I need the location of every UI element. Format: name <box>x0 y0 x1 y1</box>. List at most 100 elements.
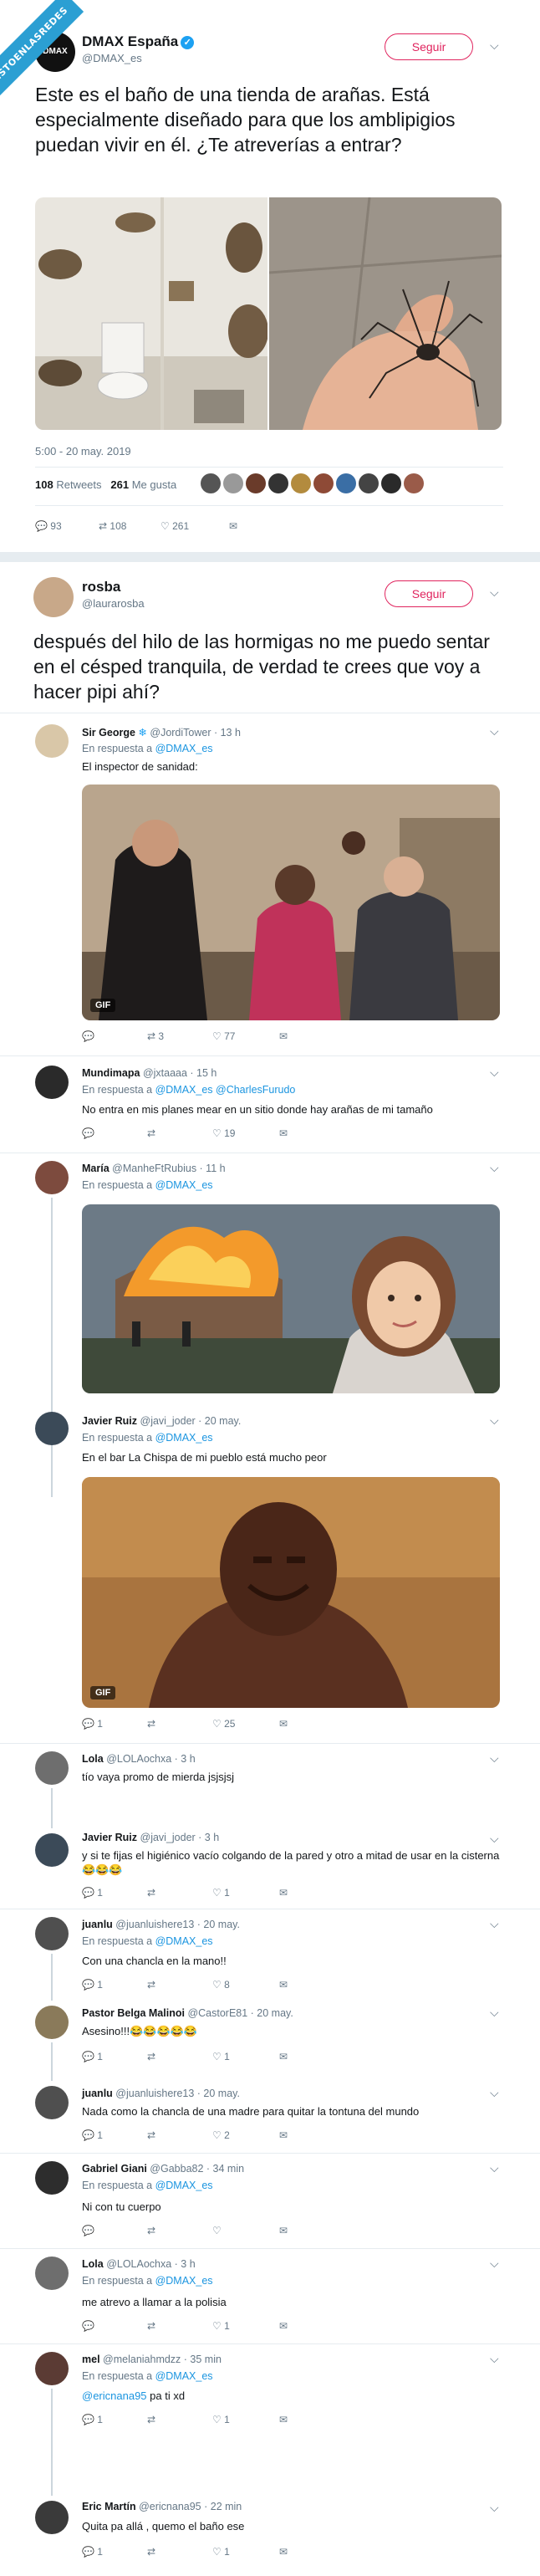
tweet-image-spider-hand[interactable] <box>269 197 502 430</box>
like-button[interactable]: ♡ 1 <box>212 1887 230 1899</box>
reply-button[interactable]: 💬 93 <box>35 520 62 532</box>
avatar[interactable] <box>35 724 69 758</box>
chevron-down-icon[interactable]: ⌵ <box>490 2161 499 2175</box>
reply-gif[interactable]: GIF <box>82 1477 500 1708</box>
rosba-name[interactable]: rosba <box>82 579 120 595</box>
retweet-button[interactable]: ⇄ <box>147 1718 155 1730</box>
like-button[interactable]: ♡ 1 <box>212 2414 230 2425</box>
chevron-down-icon[interactable]: ⌵ <box>490 2352 499 2366</box>
reply-button[interactable]: 💬 <box>82 1030 94 1042</box>
chevron-down-icon[interactable]: ⌵ <box>490 1413 499 1428</box>
rosba-avatar[interactable] <box>33 577 74 617</box>
avatar[interactable] <box>35 2006 69 2039</box>
message-icon[interactable]: ✉ <box>279 1979 288 1991</box>
follow-button-rosba[interactable]: Seguir <box>385 580 473 607</box>
chevron-down-icon[interactable]: ⌵ <box>490 2006 499 2020</box>
reply-button[interactable]: 💬 1 <box>82 1979 103 1991</box>
mention-link[interactable]: @DMAX_es <box>155 1179 213 1191</box>
reply-author[interactable]: mel @melaniahmdzz · 35 min <box>82 2354 222 2365</box>
chevron-down-icon[interactable]: ⌵ <box>490 2257 499 2271</box>
retweet-button[interactable]: ⇄ <box>147 2129 155 2141</box>
retweet-button[interactable]: ⇄ <box>147 2051 155 2062</box>
chevron-down-icon[interactable]: ⌵ <box>490 724 499 739</box>
avatar[interactable] <box>35 2257 69 2290</box>
message-icon[interactable]: ✉ <box>279 2129 288 2141</box>
chevron-down-icon[interactable]: ⌵ <box>490 2086 499 2100</box>
message-icon[interactable]: ✉ <box>279 2320 288 2332</box>
likers-avatars[interactable] <box>201 473 424 498</box>
message-icon[interactable]: ✉ <box>229 520 237 532</box>
tweet-timestamp[interactable]: 5:00 - 20 may. 2019 <box>35 445 131 457</box>
like-button[interactable]: ♡ 25 <box>212 1718 235 1730</box>
follow-button[interactable]: Seguir <box>385 33 473 60</box>
reply-button[interactable]: 💬 1 <box>82 2129 103 2141</box>
retweet-button[interactable]: ⇄ <box>147 2414 155 2425</box>
mention-link[interactable]: @DMAX_es <box>155 2180 213 2191</box>
reply-image-disaster-girl[interactable] <box>82 1204 500 1393</box>
like-button[interactable]: ♡ 2 <box>212 2129 230 2141</box>
avatar[interactable] <box>35 1833 69 1867</box>
mention-link[interactable]: @DMAX_es <box>155 1935 213 1947</box>
message-icon[interactable]: ✉ <box>279 2546 288 2558</box>
chevron-down-icon[interactable]: ⌵ <box>490 1161 499 1175</box>
retweet-button[interactable]: ⇄ <box>147 2546 155 2558</box>
reply-author[interactable]: juanlu @juanluishere13 · 20 may. <box>82 2088 240 2099</box>
message-icon[interactable]: ✉ <box>279 2051 288 2062</box>
reply-button[interactable]: 💬 1 <box>82 1718 103 1730</box>
reply-button[interactable]: 💬 <box>82 2225 94 2236</box>
reply-author[interactable]: juanlu @juanluishere13 · 20 may. <box>82 1919 240 1930</box>
like-button[interactable]: ♡ 77 <box>212 1030 235 1042</box>
chevron-down-icon[interactable]: ⌵ <box>490 38 499 53</box>
avatar[interactable] <box>35 1066 69 1099</box>
like-button[interactable]: ♡ 1 <box>212 2051 230 2062</box>
avatar[interactable] <box>35 1161 69 1194</box>
mention-link[interactable]: @DMAX_es @CharlesFurudo <box>155 1084 296 1096</box>
chevron-down-icon[interactable]: ⌵ <box>490 1832 499 1846</box>
reply-author[interactable]: Javier Ruiz @javi_joder · 20 may. <box>82 1415 241 1427</box>
message-icon[interactable]: ✉ <box>279 2414 288 2425</box>
chevron-down-icon[interactable]: ⌵ <box>490 2501 499 2515</box>
avatar[interactable] <box>35 2161 69 2195</box>
reply-author[interactable]: Mundimapa @jxtaaaa · 15 h <box>82 1067 217 1079</box>
message-icon[interactable]: ✉ <box>279 1718 288 1730</box>
chevron-down-icon[interactable]: ⌵ <box>490 585 499 600</box>
like-button[interactable]: ♡ 19 <box>212 1127 235 1139</box>
reply-author[interactable]: Lola @LOLAochxa · 3 h <box>82 1753 196 1765</box>
dmax-handle[interactable]: @DMAX_es <box>82 52 142 64</box>
avatar[interactable] <box>35 1917 69 1950</box>
mention-link[interactable]: @ericnana95 <box>82 2389 147 2402</box>
message-icon[interactable]: ✉ <box>279 1887 288 1899</box>
reply-button[interactable]: 💬 1 <box>82 2051 103 2062</box>
reply-author[interactable]: Javier Ruiz @javi_joder · 3 h <box>82 1832 219 1843</box>
dmax-name[interactable]: DMAX España ✓ <box>82 33 195 50</box>
reply-author[interactable]: María @ManheFtRubius · 11 h <box>82 1163 226 1174</box>
retweet-button[interactable]: ⇄ <box>147 1887 155 1899</box>
mention-link[interactable]: @DMAX_es <box>155 1432 213 1444</box>
retweet-button[interactable]: ⇄ <box>147 2320 155 2332</box>
reply-button[interactable]: 💬 1 <box>82 2414 103 2425</box>
retweet-button[interactable]: ⇄ <box>147 1127 155 1139</box>
tweet-image-bathroom[interactable] <box>35 197 267 430</box>
retweet-button[interactable]: ⇄ 108 <box>99 520 126 532</box>
mention-link[interactable]: @DMAX_es <box>155 2370 213 2382</box>
chevron-down-icon[interactable]: ⌵ <box>490 1066 499 1080</box>
chevron-down-icon[interactable]: ⌵ <box>490 1917 499 1931</box>
reply-author[interactable]: Lola @LOLAochxa · 3 h <box>82 2258 196 2270</box>
message-icon[interactable]: ✉ <box>279 1030 288 1042</box>
avatar[interactable] <box>35 2352 69 2385</box>
reply-button[interactable]: 💬 <box>82 1127 94 1139</box>
reply-author[interactable]: Eric Martín @ericnana95 · 22 min <box>82 2501 242 2512</box>
avatar[interactable] <box>35 2501 69 2534</box>
like-button[interactable]: ♡ 261 <box>160 520 189 532</box>
reply-button[interactable]: 💬 <box>82 2320 94 2332</box>
like-button[interactable]: ♡ 1 <box>212 2546 230 2558</box>
avatar[interactable] <box>35 1751 69 1785</box>
reply-author[interactable]: Gabriel Giani @Gabba82 · 34 min <box>82 2163 244 2175</box>
rosba-handle[interactable]: @laurarosba <box>82 597 145 610</box>
reply-button[interactable]: 💬 1 <box>82 1887 103 1899</box>
chevron-down-icon[interactable]: ⌵ <box>490 1751 499 1766</box>
retweet-button[interactable]: ⇄ <box>147 1979 155 1991</box>
reply-button[interactable]: 💬 1 <box>82 2546 103 2558</box>
retweet-button[interactable]: ⇄ 3 <box>147 1030 164 1042</box>
message-icon[interactable]: ✉ <box>279 1127 288 1139</box>
